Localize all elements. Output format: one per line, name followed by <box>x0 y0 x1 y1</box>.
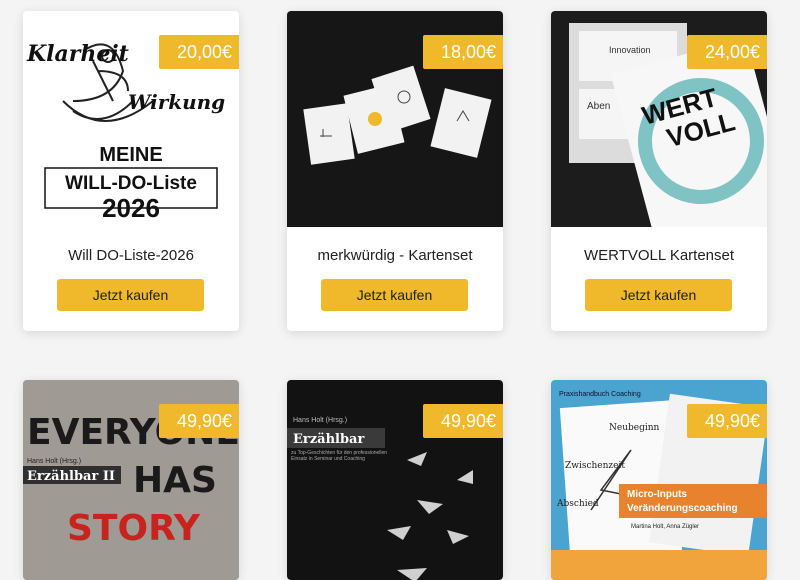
product-title[interactable]: WERTVOLL Kartenset <box>551 247 767 264</box>
product-title[interactable]: Will DO-Liste-2026 <box>23 247 239 264</box>
price-badge: 49,90€ <box>687 404 767 438</box>
image-text-has: HAS <box>133 460 217 501</box>
image-text-aben: Aben <box>587 101 610 112</box>
product-title[interactable]: merkwürdig - Kartenset <box>287 247 503 264</box>
image-text-book-title: Erzählbar <box>293 432 364 447</box>
image-text-meine: MEINE <box>99 144 162 166</box>
image-text-neubeginn: Neubeginn <box>609 423 660 433</box>
buy-button[interactable]: Jetzt kaufen <box>585 279 732 311</box>
product-card-wertvoll: Innovation Aben WERT VOLL 24,00€ WERTVOL… <box>551 11 767 331</box>
price-badge: 20,00€ <box>159 35 239 69</box>
product-card-erzaehlbar-2: EVERYONE HAS STORY Hans Holt (Hrsg.) Erz… <box>23 380 239 580</box>
price-badge: 49,90€ <box>423 404 503 438</box>
product-card-erzaehlbar: Hans Holt (Hrsg.) Erzählbar zu Top-Gesch… <box>287 380 503 580</box>
image-text-authors: Martina Holt, Anna Zügler <box>631 524 699 530</box>
product-card-merkwuerdig: 18,00€ merkwürdig - Kartenset Jetzt kauf… <box>287 11 503 331</box>
buy-button[interactable]: Jetzt kaufen <box>57 279 204 311</box>
image-text-zwischenzeit: Zwischenzeit <box>565 461 625 471</box>
image-text-subtitle: zu Top-Geschichten für den professionell… <box>291 450 388 462</box>
image-text-story: STORY <box>67 508 201 549</box>
image-text-micro-inputs: Micro-Inputs <box>627 489 687 500</box>
image-text-author: Hans Holt (Hrsg.) <box>293 417 347 424</box>
image-text-year: 2026 <box>102 193 160 223</box>
image-text-series: Praxishandbuch Coaching <box>559 391 641 398</box>
image-text-innovation: Innovation <box>609 45 651 55</box>
image-text-veraenderungscoaching: Veränderungscoaching <box>627 503 738 514</box>
price-badge: 24,00€ <box>687 35 767 69</box>
buy-button[interactable]: Jetzt kaufen <box>321 279 468 311</box>
image-text-klarheit: Klarheit <box>26 41 129 67</box>
image-text-wirkung: Wirkung <box>128 90 225 114</box>
image-text-book-title: Erzählbar II <box>27 469 115 484</box>
image-text-will-do-liste: WILL-DO-Liste <box>65 173 197 194</box>
image-text-abschied: Abschied <box>556 499 599 509</box>
price-badge: 18,00€ <box>423 35 503 69</box>
image-text-author: Hans Holt (Hrsg.) <box>27 458 81 465</box>
product-card-veraenderungscoaching: Praxishandbuch Coaching Neubeginn Zwisch… <box>551 380 767 580</box>
price-badge: 49,90€ <box>159 404 239 438</box>
product-card-will-do-liste: Klarheit Wirkung MEINE WILL-DO-Liste 202… <box>23 11 239 331</box>
